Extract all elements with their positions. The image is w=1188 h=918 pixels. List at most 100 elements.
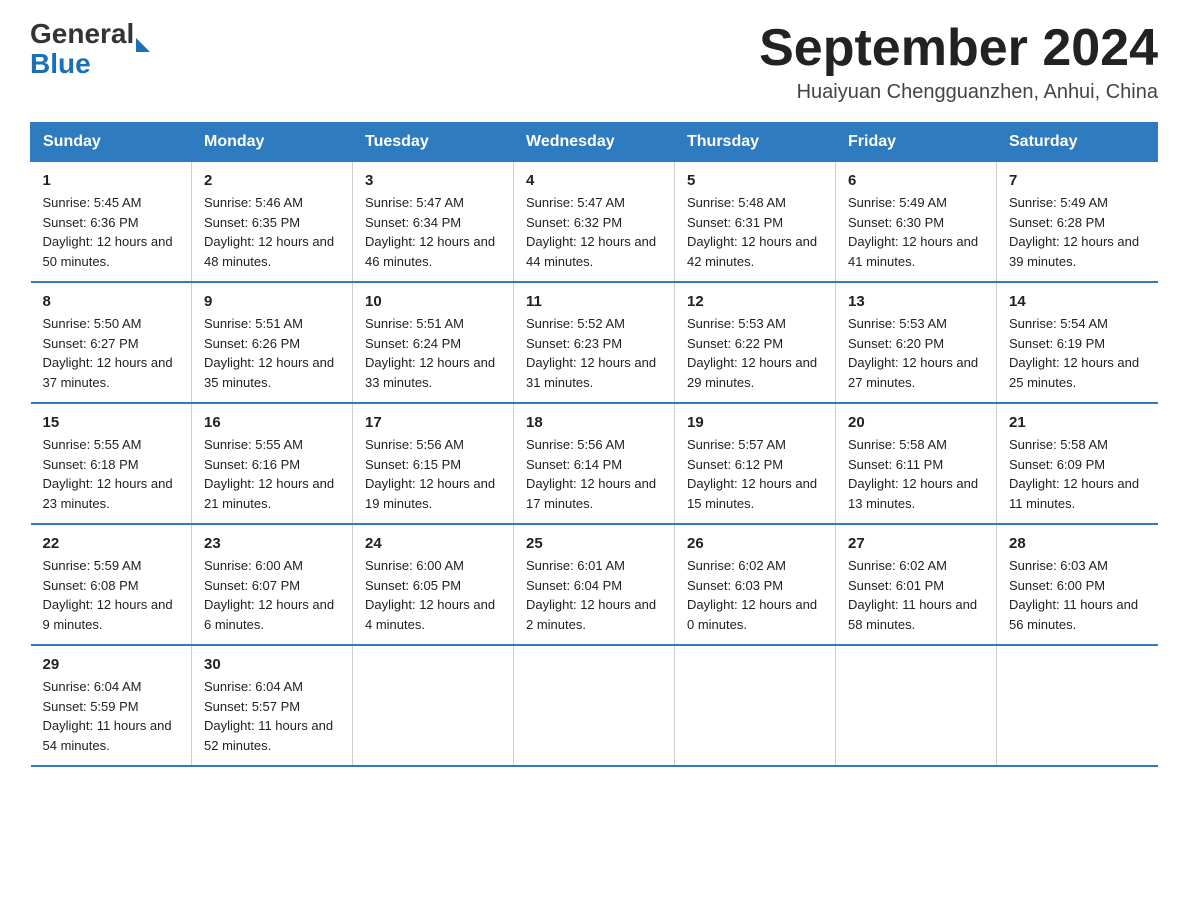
day-number: 11: [526, 293, 662, 310]
month-title: September 2024: [759, 20, 1158, 77]
day-number: 8: [43, 293, 180, 310]
day-info: Sunrise: 5:59 AMSunset: 6:08 PMDaylight:…: [43, 556, 180, 634]
calendar-cell: 10 Sunrise: 5:51 AMSunset: 6:24 PMDaylig…: [353, 282, 514, 403]
day-info: Sunrise: 5:46 AMSunset: 6:35 PMDaylight:…: [204, 193, 340, 271]
day-info: Sunrise: 5:45 AMSunset: 6:36 PMDaylight:…: [43, 193, 180, 271]
header-friday: Friday: [836, 123, 997, 162]
header-monday: Monday: [192, 123, 353, 162]
calendar-cell: [997, 645, 1158, 766]
location-subtitle: Huaiyuan Chengguanzhen, Anhui, China: [759, 81, 1158, 104]
day-number: 30: [204, 656, 340, 673]
calendar-cell: 27 Sunrise: 6:02 AMSunset: 6:01 PMDaylig…: [836, 524, 997, 645]
day-number: 12: [687, 293, 823, 310]
calendar-week-row: 8 Sunrise: 5:50 AMSunset: 6:27 PMDayligh…: [31, 282, 1158, 403]
calendar-cell: 28 Sunrise: 6:03 AMSunset: 6:00 PMDaylig…: [997, 524, 1158, 645]
calendar-cell: 13 Sunrise: 5:53 AMSunset: 6:20 PMDaylig…: [836, 282, 997, 403]
day-number: 26: [687, 535, 823, 552]
day-number: 4: [526, 172, 662, 189]
calendar-week-row: 15 Sunrise: 5:55 AMSunset: 6:18 PMDaylig…: [31, 403, 1158, 524]
calendar-cell: 1 Sunrise: 5:45 AMSunset: 6:36 PMDayligh…: [31, 162, 192, 283]
day-info: Sunrise: 6:02 AMSunset: 6:01 PMDaylight:…: [848, 556, 984, 634]
day-number: 1: [43, 172, 180, 189]
calendar-cell: 16 Sunrise: 5:55 AMSunset: 6:16 PMDaylig…: [192, 403, 353, 524]
day-number: 9: [204, 293, 340, 310]
day-info: Sunrise: 5:55 AMSunset: 6:18 PMDaylight:…: [43, 435, 180, 513]
day-number: 24: [365, 535, 501, 552]
day-number: 23: [204, 535, 340, 552]
calendar-cell: 26 Sunrise: 6:02 AMSunset: 6:03 PMDaylig…: [675, 524, 836, 645]
day-info: Sunrise: 5:47 AMSunset: 6:34 PMDaylight:…: [365, 193, 501, 271]
day-info: Sunrise: 5:53 AMSunset: 6:20 PMDaylight:…: [848, 314, 984, 392]
calendar-cell: 25 Sunrise: 6:01 AMSunset: 6:04 PMDaylig…: [514, 524, 675, 645]
day-number: 29: [43, 656, 180, 673]
day-number: 13: [848, 293, 984, 310]
day-info: Sunrise: 5:49 AMSunset: 6:28 PMDaylight:…: [1009, 193, 1146, 271]
day-number: 7: [1009, 172, 1146, 189]
calendar-cell: 22 Sunrise: 5:59 AMSunset: 6:08 PMDaylig…: [31, 524, 192, 645]
day-number: 22: [43, 535, 180, 552]
calendar-header-row: SundayMondayTuesdayWednesdayThursdayFrid…: [31, 123, 1158, 162]
calendar-table: SundayMondayTuesdayWednesdayThursdayFrid…: [30, 122, 1158, 767]
calendar-week-row: 29 Sunrise: 6:04 AMSunset: 5:59 PMDaylig…: [31, 645, 1158, 766]
day-info: Sunrise: 5:55 AMSunset: 6:16 PMDaylight:…: [204, 435, 340, 513]
logo-general-text: General: [30, 20, 134, 48]
header-wednesday: Wednesday: [514, 123, 675, 162]
day-number: 6: [848, 172, 984, 189]
calendar-cell: 5 Sunrise: 5:48 AMSunset: 6:31 PMDayligh…: [675, 162, 836, 283]
header-thursday: Thursday: [675, 123, 836, 162]
calendar-cell: [675, 645, 836, 766]
day-number: 25: [526, 535, 662, 552]
day-info: Sunrise: 5:58 AMSunset: 6:09 PMDaylight:…: [1009, 435, 1146, 513]
day-info: Sunrise: 5:47 AMSunset: 6:32 PMDaylight:…: [526, 193, 662, 271]
title-block: September 2024 Huaiyuan Chengguanzhen, A…: [759, 20, 1158, 104]
calendar-cell: [353, 645, 514, 766]
day-number: 14: [1009, 293, 1146, 310]
calendar-cell: 8 Sunrise: 5:50 AMSunset: 6:27 PMDayligh…: [31, 282, 192, 403]
day-info: Sunrise: 6:02 AMSunset: 6:03 PMDaylight:…: [687, 556, 823, 634]
day-number: 21: [1009, 414, 1146, 431]
day-number: 10: [365, 293, 501, 310]
day-number: 17: [365, 414, 501, 431]
calendar-week-row: 22 Sunrise: 5:59 AMSunset: 6:08 PMDaylig…: [31, 524, 1158, 645]
calendar-cell: 19 Sunrise: 5:57 AMSunset: 6:12 PMDaylig…: [675, 403, 836, 524]
day-number: 2: [204, 172, 340, 189]
header-tuesday: Tuesday: [353, 123, 514, 162]
calendar-cell: 21 Sunrise: 5:58 AMSunset: 6:09 PMDaylig…: [997, 403, 1158, 524]
page-header: General Blue September 2024 Huaiyuan Che…: [30, 20, 1158, 104]
day-number: 20: [848, 414, 984, 431]
calendar-cell: 17 Sunrise: 5:56 AMSunset: 6:15 PMDaylig…: [353, 403, 514, 524]
day-number: 15: [43, 414, 180, 431]
calendar-cell: 23 Sunrise: 6:00 AMSunset: 6:07 PMDaylig…: [192, 524, 353, 645]
calendar-cell: 11 Sunrise: 5:52 AMSunset: 6:23 PMDaylig…: [514, 282, 675, 403]
calendar-week-row: 1 Sunrise: 5:45 AMSunset: 6:36 PMDayligh…: [31, 162, 1158, 283]
day-info: Sunrise: 5:51 AMSunset: 6:24 PMDaylight:…: [365, 314, 501, 392]
header-saturday: Saturday: [997, 123, 1158, 162]
day-number: 18: [526, 414, 662, 431]
calendar-cell: 29 Sunrise: 6:04 AMSunset: 5:59 PMDaylig…: [31, 645, 192, 766]
day-number: 27: [848, 535, 984, 552]
day-info: Sunrise: 6:04 AMSunset: 5:57 PMDaylight:…: [204, 677, 340, 755]
day-number: 19: [687, 414, 823, 431]
day-info: Sunrise: 5:50 AMSunset: 6:27 PMDaylight:…: [43, 314, 180, 392]
day-number: 16: [204, 414, 340, 431]
day-info: Sunrise: 6:01 AMSunset: 6:04 PMDaylight:…: [526, 556, 662, 634]
day-info: Sunrise: 6:03 AMSunset: 6:00 PMDaylight:…: [1009, 556, 1146, 634]
calendar-cell: 7 Sunrise: 5:49 AMSunset: 6:28 PMDayligh…: [997, 162, 1158, 283]
logo-triangle-icon: [136, 38, 150, 52]
day-info: Sunrise: 5:57 AMSunset: 6:12 PMDaylight:…: [687, 435, 823, 513]
calendar-cell: 12 Sunrise: 5:53 AMSunset: 6:22 PMDaylig…: [675, 282, 836, 403]
day-number: 28: [1009, 535, 1146, 552]
calendar-cell: 2 Sunrise: 5:46 AMSunset: 6:35 PMDayligh…: [192, 162, 353, 283]
calendar-cell: 15 Sunrise: 5:55 AMSunset: 6:18 PMDaylig…: [31, 403, 192, 524]
day-info: Sunrise: 5:48 AMSunset: 6:31 PMDaylight:…: [687, 193, 823, 271]
day-info: Sunrise: 5:51 AMSunset: 6:26 PMDaylight:…: [204, 314, 340, 392]
day-info: Sunrise: 5:52 AMSunset: 6:23 PMDaylight:…: [526, 314, 662, 392]
calendar-cell: 3 Sunrise: 5:47 AMSunset: 6:34 PMDayligh…: [353, 162, 514, 283]
day-info: Sunrise: 6:04 AMSunset: 5:59 PMDaylight:…: [43, 677, 180, 755]
calendar-cell: [514, 645, 675, 766]
calendar-cell: 20 Sunrise: 5:58 AMSunset: 6:11 PMDaylig…: [836, 403, 997, 524]
day-info: Sunrise: 5:56 AMSunset: 6:15 PMDaylight:…: [365, 435, 501, 513]
calendar-cell: 14 Sunrise: 5:54 AMSunset: 6:19 PMDaylig…: [997, 282, 1158, 403]
calendar-cell: 18 Sunrise: 5:56 AMSunset: 6:14 PMDaylig…: [514, 403, 675, 524]
header-sunday: Sunday: [31, 123, 192, 162]
